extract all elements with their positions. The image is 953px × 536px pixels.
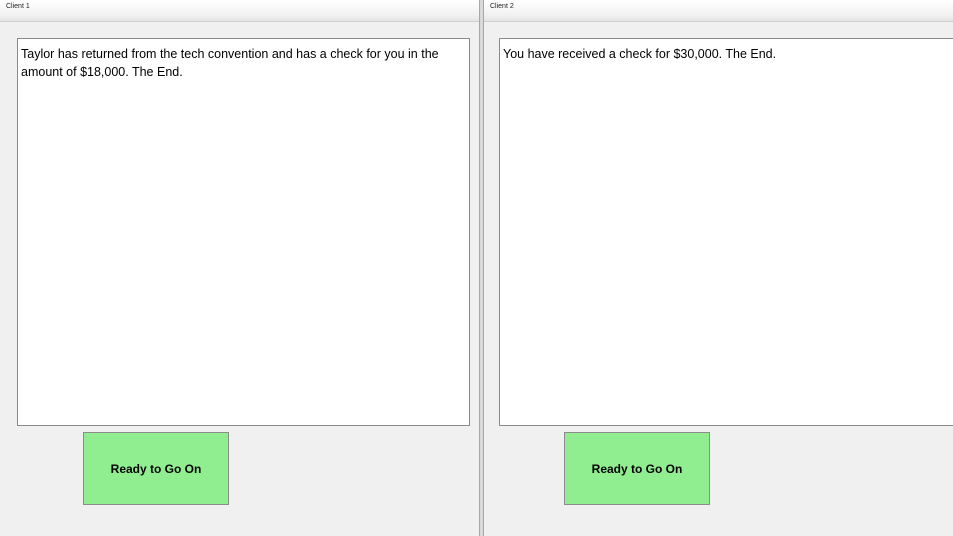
- client-1-ready-button[interactable]: Ready to Go On: [83, 432, 229, 505]
- client-1-message-box[interactable]: Taylor has returned from the tech conven…: [17, 38, 470, 426]
- client-2-title: Client 2: [484, 0, 953, 22]
- client-2-pane: Client 2 You have received a check for $…: [483, 0, 953, 536]
- client-1-title: Client 1: [0, 0, 479, 22]
- client-1-pane: Client 1 Taylor has returned from the te…: [0, 0, 480, 536]
- client-2-message-box[interactable]: You have received a check for $30,000. T…: [499, 38, 953, 426]
- client-2-ready-button[interactable]: Ready to Go On: [564, 432, 710, 505]
